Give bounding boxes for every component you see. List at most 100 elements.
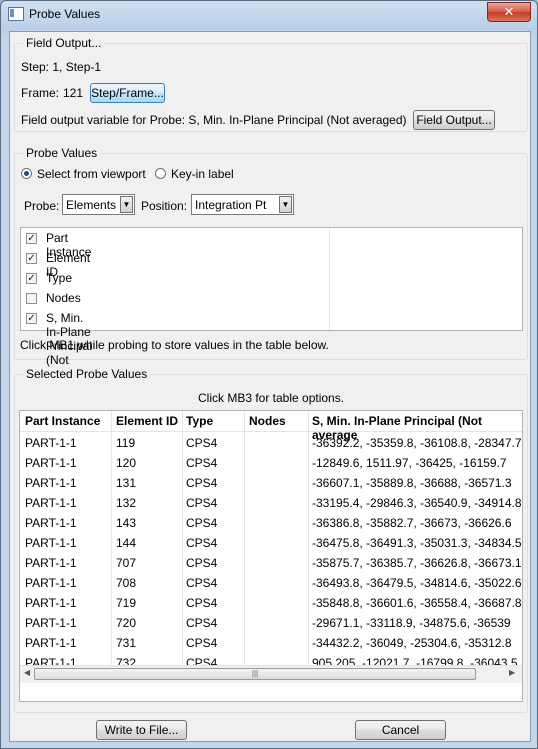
table-cell: CPS4 [186,496,218,510]
scroll-left-icon[interactable]: ◀ [24,668,30,677]
checkbox[interactable]: ✓ [26,273,37,284]
table-cell: -34432.2, -36049, -25304.6, -35312.8 [312,636,512,650]
table-cell: PART-1-1 [25,456,77,470]
probe-hint-text: Click MB1 while probing to store values … [20,338,329,352]
scrollbar-thumb[interactable]: ||| [34,668,476,680]
table-cell: PART-1-1 [25,576,77,590]
probe-values-window: Probe Values ✕ Field Output... Step: 1, … [0,0,538,749]
table-row[interactable]: PART-1-1 719 CPS4 -35848.8, -36601.6, -3655… [20,594,522,614]
table-row[interactable]: PART-1-1 131 CPS4 -36607.1, -35889.8, -3668… [20,474,522,494]
selected-probe-values-group-label: Selected Probe Values [23,367,151,381]
select-from-viewport-radio[interactable] [21,168,32,179]
table-cell: CPS4 [186,536,218,550]
table-cell: -33195.4, -29846.3, -36540.9, -34914.8 [312,496,522,510]
table-cell: 707 [116,556,137,570]
table-cell: 132 [116,496,137,510]
probe-columns-checklist: ✓ Part Instance ✓ Element ID ✓ Type Node… [20,227,523,381]
field-variable-text: Field output variable for Probe: S, Min.… [21,113,407,127]
table-cell: -35875.7, -36385.7, -36626.8, -36673.1 [312,556,522,570]
frame-label: Frame: [21,86,60,100]
step-text: Step: 1, Step-1 [21,60,102,74]
table-cell: 731 [116,636,137,650]
checklist-item-label: Nodes [46,291,81,305]
table-cell: CPS4 [186,456,218,470]
table-cell: 144 [116,536,137,550]
probe-label: Probe: [24,199,60,213]
write-to-file-button[interactable]: Write to File... [96,720,187,740]
probe-select[interactable]: Elements ▼ [62,194,135,215]
table-header: Part Instance Element ID Type Nodes S, M… [20,411,522,442]
close-button[interactable]: ✕ [487,2,531,22]
table-row[interactable]: PART-1-1 119 CPS4 -36392.2, -35359.8, -3610… [20,434,522,454]
table-cell: -12849.6, 1511.97, -36425, -16159.7 [312,456,507,470]
column-header[interactable]: Nodes [249,414,286,428]
chevron-down-icon: ▼ [279,196,292,213]
checkbox[interactable] [26,293,37,304]
table-cell: PART-1-1 [25,476,77,490]
table-cell: 131 [116,476,137,490]
cancel-button[interactable]: Cancel [355,720,446,740]
table-hint-text: Click MB3 for table options. [198,391,345,405]
table-row[interactable]: PART-1-1 132 CPS4 -33195.4, -29846.3, -3654… [20,494,522,514]
position-label: Position: [141,199,188,213]
table-cell: PART-1-1 [25,556,77,570]
table-cell: PART-1-1 [25,636,77,650]
table-row[interactable]: PART-1-1 720 CPS4 -29671.1, -33118.9, -3487… [20,614,522,634]
checklist-divider [329,228,330,330]
checkbox[interactable]: ✓ [26,253,37,264]
table-cell: CPS4 [186,576,218,590]
column-header[interactable]: Type [186,414,213,428]
checklist-item-label: Type [46,271,73,285]
table-cell: 119 [116,436,136,450]
field-output-group: Field Output... Step: 1, Step-1 Frame: 1… [14,36,528,132]
checkbox[interactable]: ✓ [26,313,37,324]
table-cell: -36475.8, -36491.3, -35031.3, -34834.5 [312,536,522,550]
table-cell: CPS4 [186,476,218,490]
field-output-button[interactable]: Field Output... [413,110,495,130]
key-in-label-radio[interactable] [155,168,166,179]
checkbox[interactable]: ✓ [26,233,37,244]
horizontal-scrollbar[interactable]: ◀ ||| ▶ [20,665,522,683]
table-cell: CPS4 [186,516,218,530]
table-cell: -35848.8, -36601.6, -36558.4, -36687.8 [312,596,522,610]
scroll-right-icon[interactable]: ▶ [509,668,515,677]
key-in-label-label[interactable]: Key-in label [171,167,234,181]
table-cell: -29671.1, -33118.9, -34875.6, -36539 [312,616,511,630]
table-row[interactable]: PART-1-1 708 CPS4 -36493.8, -36479.5, -3481… [20,574,522,594]
position-select[interactable]: Integration Pt ▼ [191,194,294,215]
table-cell: CPS4 [186,596,218,610]
probe-values-table[interactable]: Part Instance Element ID Type Nodes S, M… [19,410,523,702]
table-cell: 143 [116,516,137,530]
column-header[interactable]: Element ID [116,414,178,428]
table-row[interactable]: PART-1-1 143 CPS4 -36386.8, -35882.7, -3667… [20,514,522,534]
step-frame-button[interactable]: Step/Frame... [90,83,165,103]
table-cell: -36392.2, -35359.8, -36108.8, -28347.7 [312,436,522,450]
table-cell: CPS4 [186,636,218,650]
table-cell: PART-1-1 [25,536,77,550]
table-cell: CPS4 [186,436,218,450]
frame-value: 121 [63,86,84,100]
dialog-body: Field Output... Step: 1, Step-1 Frame: 1… [9,31,531,742]
probe-select-value: Elements [66,198,117,212]
table-row[interactable]: PART-1-1 707 CPS4 -35875.7, -36385.7, -3662… [20,554,522,574]
window-title: Probe Values [29,7,101,21]
window-icon [8,7,24,21]
position-select-value: Integration Pt [195,198,267,212]
table-cell: PART-1-1 [25,616,77,630]
column-header[interactable]: Part Instance [25,414,100,428]
table-cell: 720 [116,616,137,630]
chevron-down-icon: ▼ [120,196,133,213]
table-row[interactable]: PART-1-1 144 CPS4 -36475.8, -36491.3, -3503… [20,534,522,554]
select-from-viewport-label[interactable]: Select from viewport [37,167,146,181]
table-row[interactable]: PART-1-1 120 CPS4 -12849.6, 1511.97, -36425… [20,454,522,474]
table-row[interactable]: PART-1-1 731 CPS4 -34432.2, -36049, -25304.… [20,634,522,654]
table-cell: 708 [116,576,137,590]
table-cell: PART-1-1 [25,516,77,530]
title-bar[interactable]: Probe Values ✕ [1,1,537,27]
table-cell: 719 [116,596,137,610]
table-cell: -36386.8, -35882.7, -36673, -36626.6 [312,516,512,530]
table-cell: PART-1-1 [25,496,77,510]
table-cell: PART-1-1 [25,436,77,450]
field-output-group-label: Field Output... [23,36,105,50]
table-cell: 120 [116,456,137,470]
